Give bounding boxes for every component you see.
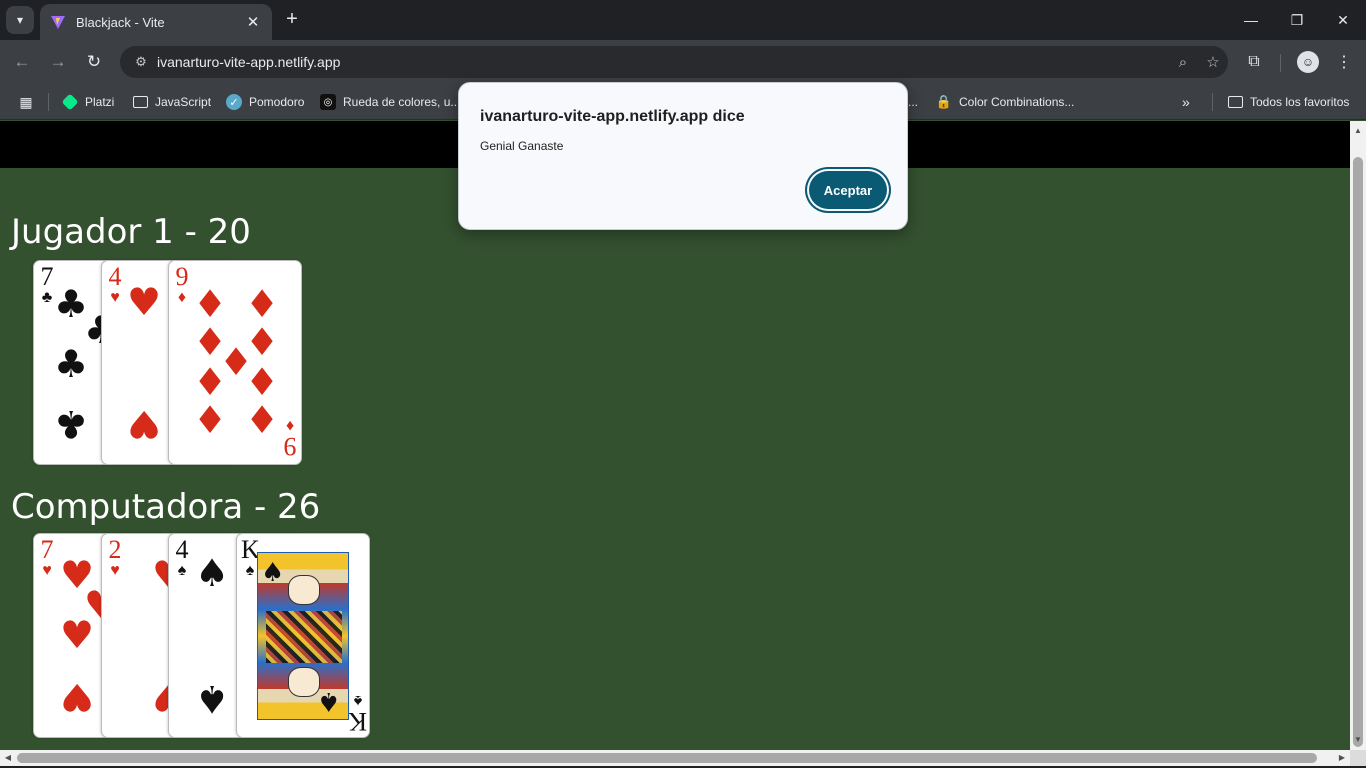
bookmarks-divider-right — [1212, 93, 1213, 111]
reload-icon: ↻ — [86, 52, 102, 71]
computer-heading: Computadora - 26 — [11, 487, 321, 527]
spade-pip-icon: ♠ — [195, 677, 230, 721]
dialog-message: Genial Ganaste — [480, 139, 564, 153]
arrow-left-icon: ← — [13, 52, 31, 71]
close-tab-icon[interactable]: ✕ — [244, 13, 262, 31]
bookmark-pomodoro[interactable]: ✓ Pomodoro — [226, 92, 304, 112]
scroll-up-icon[interactable]: ▲ — [1350, 123, 1366, 139]
tab-title: Blackjack - Vite — [76, 14, 165, 30]
heart-pip-icon: ♥ — [127, 402, 162, 446]
extensions-button[interactable]: ⧉ — [1242, 50, 1266, 74]
folder-icon — [1228, 96, 1243, 108]
close-window-button[interactable]: ✕ — [1320, 0, 1366, 40]
spade-pip-icon: ♠ — [317, 686, 341, 716]
tab-search-button[interactable]: ▾ — [6, 6, 34, 34]
apps-button[interactable]: ▦ — [18, 92, 41, 112]
bookmark-javascript[interactable]: JavaScript — [133, 92, 211, 112]
bookmark-color-wheel[interactable]: ◎ Rueda de colores, u... — [320, 92, 460, 112]
king-face-bottom — [288, 667, 320, 697]
check-circle-icon: ✓ — [226, 94, 242, 110]
url-text[interactable]: ivanarturo-vite-app.netlify.app — [156, 54, 1168, 70]
computer-card-4: K ♠ K ♠ ♠ ♠ — [236, 533, 370, 738]
heart-pip-icon: ♥ — [127, 280, 162, 324]
accept-button[interactable]: Aceptar — [809, 171, 887, 209]
heart-pip-icon: ♥ — [60, 675, 95, 719]
king-robe — [266, 611, 342, 663]
double-chevron-right-icon: » — [1182, 94, 1190, 110]
diamond-pip-icon: ♦ — [245, 398, 280, 442]
lock-icon: 🔒 — [935, 94, 953, 109]
card-index: 9 ♦ — [175, 262, 189, 307]
back-button[interactable]: ← — [10, 50, 34, 74]
address-bar[interactable]: ⚙ ivanarturo-vite-app.netlify.app ⌕ ☆ — [120, 46, 1228, 78]
grid-icon: ▦ — [19, 93, 33, 110]
color-wheel-icon: ◎ — [320, 94, 336, 110]
king-face-top — [288, 575, 320, 605]
bookmark-star-icon[interactable]: ☆ — [1198, 53, 1228, 71]
vertical-scrollbar[interactable]: ▲ ▼ — [1350, 121, 1366, 750]
card-index: 7 ♥ — [40, 535, 54, 580]
profile-button[interactable]: ☺ — [1296, 50, 1320, 74]
scrollbar-corner — [1350, 750, 1366, 766]
site-settings-icon[interactable]: ⚙ — [126, 54, 156, 70]
horizontal-scroll-thumb[interactable] — [17, 753, 1317, 763]
bookmark-platzi[interactable]: Platzi — [61, 92, 114, 112]
restore-button[interactable]: ❐ — [1274, 0, 1320, 40]
player-heading: Jugador 1 - 20 — [11, 212, 251, 252]
bookmark-hidden[interactable]: ... — [908, 92, 918, 112]
forward-button[interactable]: → — [46, 50, 70, 74]
bookmark-color-combinations[interactable]: 🔒 Color Combinations... — [936, 92, 1074, 112]
card-index-bottom: 9 ♦ — [283, 417, 297, 461]
chevron-down-icon: ▾ — [16, 13, 24, 27]
diamond-pip-icon: ♦ — [193, 360, 228, 404]
diamond-pip-icon: ♦ — [245, 360, 280, 404]
platzi-icon — [61, 93, 79, 111]
card-index-bottom: K ♠ — [348, 692, 367, 736]
diamond-pip-icon: ♦ — [245, 282, 280, 326]
arrow-right-icon: → — [49, 52, 67, 71]
menu-button[interactable]: ⋮ — [1332, 50, 1356, 74]
diamond-pip-icon: ♦ — [193, 282, 228, 326]
alert-dialog: ivanarturo-vite-app.netlify.app dice Gen… — [458, 82, 908, 230]
spade-pip-icon: ♠ — [261, 558, 285, 588]
browser-toolbar: ← → ↻ ⚙ ivanarturo-vite-app.netlify.app … — [0, 40, 1366, 84]
tab-active[interactable]: Blackjack - Vite ✕ — [40, 4, 272, 40]
club-pip-icon: ♣ — [54, 282, 89, 326]
zoom-icon[interactable]: ⌕ — [1168, 54, 1198, 71]
folder-icon — [133, 96, 148, 108]
card-index: 4 ♥ — [108, 262, 122, 307]
heart-pip-icon: ♥ — [60, 613, 95, 657]
toolbar-divider — [1280, 54, 1281, 72]
bookmarks-divider — [48, 93, 49, 111]
diamond-pip-icon: ♦ — [193, 398, 228, 442]
card-index: 2 ♥ — [108, 535, 122, 580]
puzzle-icon: ⧉ — [1248, 53, 1260, 70]
dialog-title: ivanarturo-vite-app.netlify.app dice — [480, 108, 745, 125]
club-pip-icon: ♣ — [54, 342, 89, 386]
scroll-right-icon[interactable]: ▶ — [1334, 750, 1350, 766]
club-pip-icon: ♣ — [54, 402, 89, 446]
avatar-icon: ☺ — [1297, 51, 1319, 73]
spade-pip-icon: ♠ — [195, 551, 230, 595]
more-vert-icon: ⋮ — [1336, 54, 1352, 71]
reload-button[interactable]: ↻ — [82, 50, 106, 74]
scroll-left-icon[interactable]: ◀ — [0, 750, 16, 766]
horizontal-scrollbar[interactable]: ◀ ▶ — [0, 750, 1350, 766]
scroll-down-icon[interactable]: ▼ — [1350, 732, 1366, 748]
player-card-3: 9 ♦ 9 ♦ ♦ ♦ ♦ ♦ ♦ ♦ ♦ ♦ ♦ — [168, 260, 302, 465]
new-tab-button[interactable]: + — [280, 8, 304, 32]
all-bookmarks-folder[interactable]: Todos los favoritos — [1228, 92, 1349, 112]
vite-logo-icon — [51, 16, 65, 29]
minimize-button[interactable]: — — [1228, 0, 1274, 40]
vertical-scroll-thumb[interactable] — [1353, 157, 1363, 747]
card-index: 4 ♠ — [175, 535, 189, 580]
more-bookmarks-button[interactable]: » — [1182, 92, 1190, 112]
tab-strip: ▾ Blackjack - Vite ✕ + — ❐ ✕ — [0, 0, 1366, 40]
